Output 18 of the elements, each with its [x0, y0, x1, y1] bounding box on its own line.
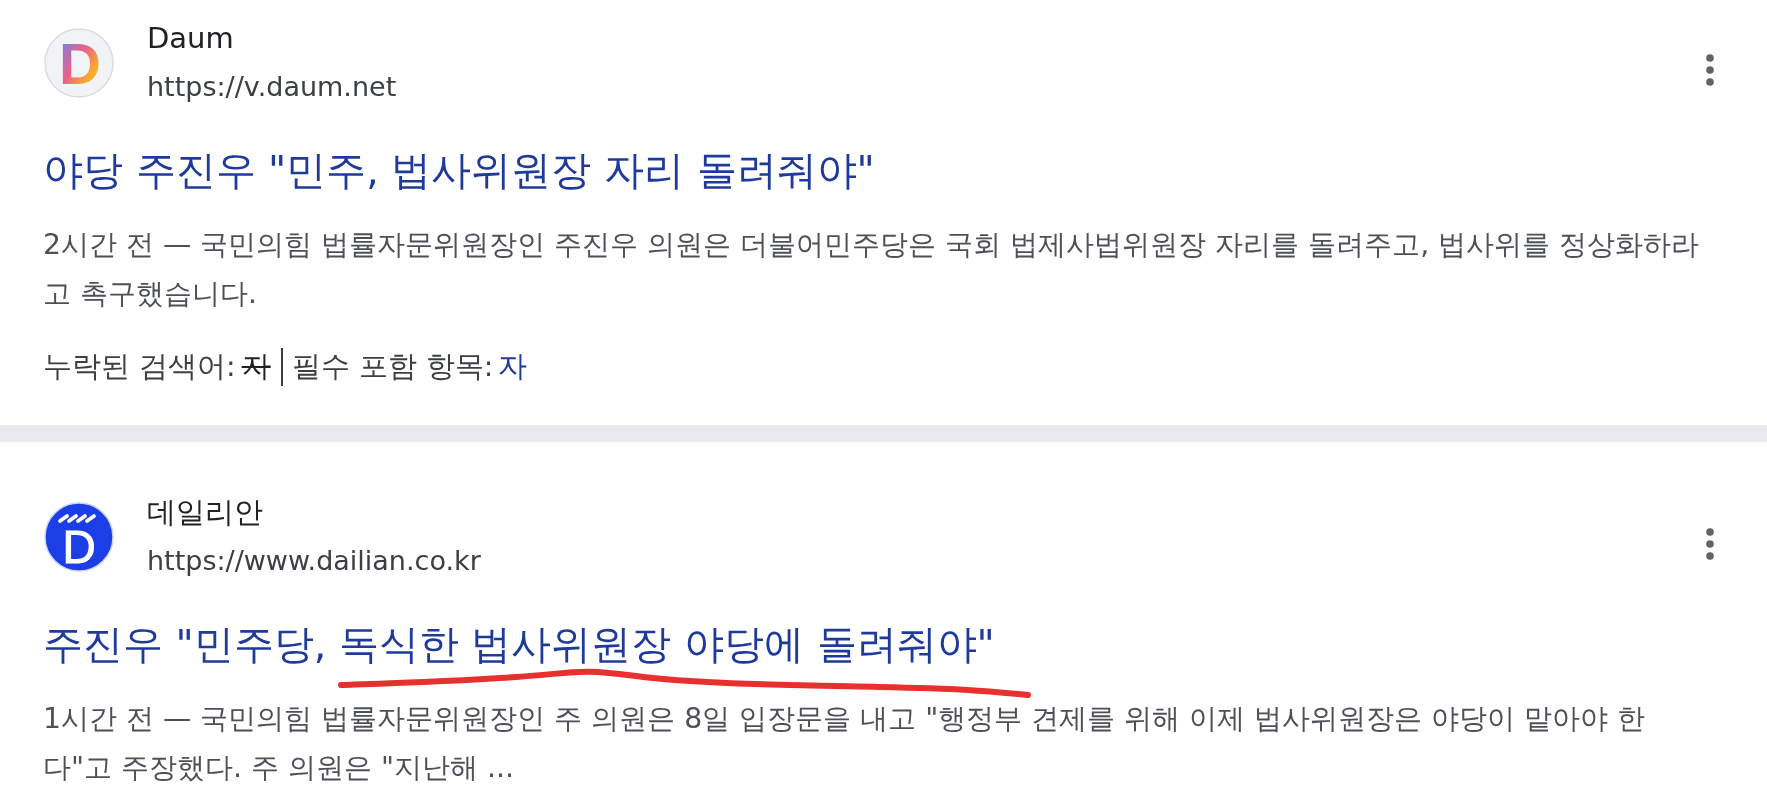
required-terms-label: 필수 포함 항목:: [291, 349, 494, 385]
site-name: Daum: [147, 20, 235, 57]
more-options-button[interactable]: [1706, 54, 1714, 86]
site-url: https://v.daum.net: [147, 70, 397, 104]
logo-icon: D: [44, 501, 114, 572]
more-options-icon: [1706, 54, 1714, 86]
result-title-link[interactable]: 주진우 "민주당, 독식한 법사위원장 야당에 돌려줘야": [43, 619, 995, 669]
missing-term: 자: [241, 349, 271, 385]
result-snippet: 2시간 전 — 국민의힘 법률자문위원장인 주진우 의원은 더불어민주당은 국회 법제사법위원장 자리를 돌려주고, 법사위를 정상화하라고 촉구했습니다.: [43, 227, 1701, 312]
site-name: 데일리안: [147, 494, 264, 531]
more-options-button[interactable]: [1706, 528, 1714, 560]
required-term-link[interactable]: 자: [498, 342, 528, 391]
missing-terms-label: 누락된 검색어:: [43, 349, 236, 385]
result-snippet: 1시간 전 — 국민의힘 법률자문위원장인 주 의원은 8일 입장문을 내고 "행정부 견제를 위해 이제 법사위원장은 야당이 맡아야 한다"고 주장했다. 주 의원은 "지난해 ...: [43, 701, 1647, 786]
logo-icon: D: [44, 27, 114, 98]
result-title-link[interactable]: 야당 주진우 "민주, 법사위원장 자리 돌려줘야": [43, 145, 875, 195]
site-url: https://www.dailian.co.kr: [147, 544, 481, 578]
more-options-icon: [1706, 528, 1714, 560]
